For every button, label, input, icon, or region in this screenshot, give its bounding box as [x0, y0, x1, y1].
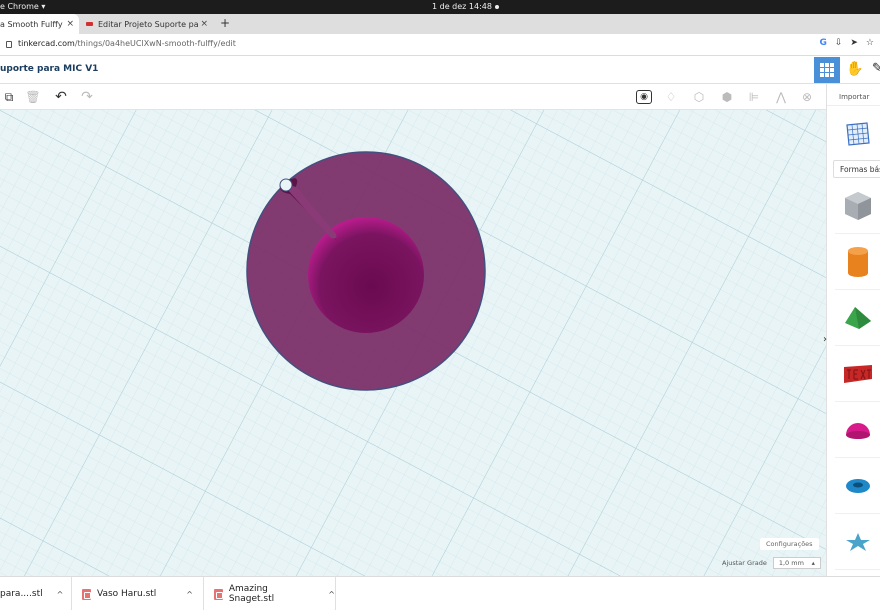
chevron-up-icon: ▴ — [811, 559, 815, 567]
workplane-grid-icon — [846, 121, 870, 146]
install-icon[interactable]: ⇩ — [835, 38, 843, 48]
tool-icon[interactable]: ✎ — [872, 61, 880, 76]
roof-shape[interactable] — [835, 290, 880, 346]
3d-design-view-button[interactable] — [814, 57, 840, 83]
torus-icon — [846, 478, 870, 493]
share-icon[interactable]: ➤ — [850, 38, 858, 48]
address-bar: tinkercad.com/things/0a4heUClXwN-smooth-… — [0, 34, 880, 56]
snap-grid-value: 1,0 mm — [778, 559, 804, 567]
downloads-bar: para....stl ^ Vaso Haru.stl ^ Amazing Sn… — [0, 576, 880, 610]
workplane-shape[interactable] — [835, 106, 880, 162]
address-bar-actions: G ⇩ ➤ ☆ — [819, 38, 874, 48]
box-hole-shape[interactable] — [835, 178, 880, 234]
half-sphere-shape[interactable] — [835, 402, 880, 458]
slot-notch — [279, 178, 293, 192]
project-title[interactable]: uporte para MIC V1 — [0, 64, 98, 74]
download-filename: Vaso Haru.stl — [97, 589, 157, 599]
mic-support-model[interactable] — [246, 151, 486, 391]
torus-shape[interactable] — [835, 458, 880, 514]
star-shape[interactable] — [835, 514, 880, 570]
tab-editar-projeto[interactable]: Editar Projeto Suporte pa × — [83, 14, 213, 34]
redo-icon[interactable]: ↷ — [78, 88, 96, 106]
text-3d-icon — [844, 364, 872, 383]
download-item[interactable]: Vaso Haru.stl ^ — [72, 577, 204, 610]
app-header: uporte para MIC V1 ✋ ✎ — [0, 57, 880, 84]
hand-icon[interactable]: ✋ — [846, 61, 863, 77]
lock-icon[interactable] — [6, 41, 12, 48]
group-icon[interactable]: ⬡ — [690, 88, 708, 106]
copy-icon[interactable]: ⧉ — [0, 88, 18, 106]
notification-dot-icon — [495, 5, 499, 9]
view-icon[interactable]: ◉ — [636, 90, 652, 104]
tab-title: Editar Projeto Suporte pa — [98, 19, 199, 29]
url-path: /things/0a4heUClXwN-smooth-fulffy/edit — [74, 39, 236, 48]
workplane[interactable]: Configurações Ajustar Grade 1,0 mm ▴ — [0, 110, 826, 576]
chevron-up-icon[interactable]: ^ — [186, 590, 193, 599]
download-item[interactable]: para....stl ^ — [0, 577, 72, 610]
workplane-canvas[interactable] — [0, 110, 826, 576]
light-bulb-icon[interactable]: ♢ — [662, 88, 680, 106]
tab-smooth-fulffy[interactable]: a Smooth Fulffy × — [0, 14, 79, 34]
import-button[interactable]: Importar — [827, 88, 880, 106]
os-top-bar: e Chrome ▾ 1 de dez 14:48 — [0, 0, 880, 14]
snap-grid-label: Ajustar Grade — [722, 559, 767, 567]
snap-grid-select[interactable]: 1,0 mm ▴ — [772, 557, 821, 569]
text-shape[interactable] — [835, 346, 880, 402]
google-lens-icon[interactable]: G — [819, 38, 826, 48]
file-icon — [214, 588, 223, 600]
chevron-up-icon[interactable]: ^ — [328, 590, 335, 599]
new-tab-button[interactable]: + — [220, 16, 230, 30]
cylinder-shape[interactable] — [835, 234, 880, 290]
tab-strip: a Smooth Fulffy × Editar Projeto Suporte… — [0, 14, 880, 34]
download-filename: Amazing Snaget.stl — [228, 584, 275, 604]
undo-icon[interactable]: ↶ — [52, 88, 70, 106]
file-icon — [82, 588, 91, 600]
half-sphere-icon — [846, 422, 870, 439]
app-menu[interactable]: e Chrome ▾ — [0, 2, 45, 11]
magnet-icon[interactable]: ⊗ — [798, 88, 816, 106]
shapes-category-dropdown[interactable]: Formas básicas — [833, 160, 880, 178]
box-icon — [845, 191, 871, 220]
align-icon[interactable]: ⊫ — [745, 88, 763, 106]
trash-icon[interactable]: 🗑 — [24, 88, 42, 106]
settings-button[interactable]: Configurações — [760, 538, 819, 550]
snap-grid-control: Ajustar Grade 1,0 mm ▴ — [722, 557, 821, 569]
roof-icon — [845, 306, 871, 329]
cylinder-icon — [848, 246, 868, 277]
star-icon — [846, 532, 870, 551]
chevron-up-icon[interactable]: ^ — [57, 590, 64, 599]
center-hole[interactable] — [308, 217, 424, 333]
shapes-panel: Importar › Formas básicas — [823, 84, 880, 576]
tinkercad-favicon-icon — [86, 22, 93, 26]
ungroup-icon[interactable]: ⬢ — [718, 88, 736, 106]
close-tab-icon[interactable]: × — [200, 19, 208, 29]
mirror-icon[interactable]: ⋀ — [772, 88, 790, 106]
url-host: tinkercad.com — [18, 39, 75, 48]
url-field[interactable]: tinkercad.com/things/0a4heUClXwN-smooth-… — [18, 39, 236, 48]
collapse-panel-icon[interactable]: › — [823, 334, 827, 345]
download-item[interactable]: Amazing Snaget.stl ^ — [204, 577, 336, 610]
grid-icon — [820, 63, 834, 77]
tab-title: a Smooth Fulffy — [0, 19, 63, 29]
download-filename: para....stl — [0, 589, 43, 599]
system-clock[interactable]: 1 de dez 14:48 — [432, 2, 492, 11]
shapes-category-label: Formas básicas — [840, 164, 880, 174]
close-tab-icon[interactable]: × — [66, 19, 74, 29]
edit-toolbar: ⧉ 🗑 ↶ ↷ ◉ ♢ ⬡ ⬢ ⊫ ⋀ ⊗ — [0, 84, 826, 110]
bookmark-star-icon[interactable]: ☆ — [866, 38, 874, 48]
